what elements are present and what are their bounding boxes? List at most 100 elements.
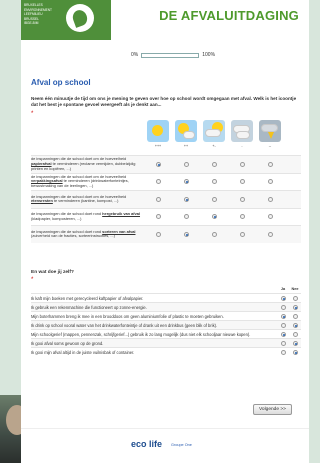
question-label: de inspanningen die de school doet om de… (31, 157, 144, 171)
radio-button[interactable] (292, 340, 298, 346)
rating-radio[interactable] (144, 179, 172, 185)
radio-button[interactable] (267, 196, 273, 202)
yes-radio[interactable] (277, 313, 289, 319)
yes-no-row: Mijn boterhammen breng ik mee in een bro… (31, 311, 301, 320)
no-radio[interactable] (289, 304, 301, 310)
radio-button[interactable] (211, 214, 217, 220)
no-radio[interactable] (289, 313, 301, 319)
statement-label: Ik kaft mijn boeken met gerecycleerd kaf… (31, 295, 144, 301)
radio-button[interactable] (292, 349, 298, 355)
rating-radio[interactable] (200, 161, 228, 167)
rating-radio[interactable] (144, 214, 172, 220)
radio-button[interactable] (155, 179, 161, 185)
radio-button[interactable] (292, 322, 298, 328)
rating-radio[interactable] (144, 161, 172, 167)
survey-card: BRUXELLES ENVIRONNEMENT LEEFMILIEU BRUSSEL I… (21, 0, 309, 463)
no-column-label: Nee (291, 287, 299, 291)
yes-radio[interactable] (277, 340, 289, 346)
rating-radio[interactable] (172, 214, 200, 220)
radio-button[interactable] (292, 304, 298, 310)
rating-radio[interactable] (200, 196, 228, 202)
rating-radio[interactable] (172, 231, 200, 237)
rating-radio[interactable] (144, 231, 172, 237)
rating-radio[interactable] (200, 214, 228, 220)
progress-end-label: 100% (202, 52, 216, 58)
rating-radio[interactable] (256, 161, 284, 167)
rating-radio[interactable] (256, 196, 284, 202)
rating-radio[interactable] (228, 161, 256, 167)
no-radio[interactable] (289, 340, 301, 346)
radio-button[interactable] (239, 161, 245, 167)
radio-button[interactable] (292, 295, 298, 301)
radio-button[interactable] (211, 161, 217, 167)
radio-button[interactable] (155, 214, 161, 220)
header: BRUXELLES ENVIRONNEMENT LEEFMILIEU BRUSSEL I… (21, 0, 309, 40)
radio-button[interactable] (267, 179, 273, 185)
radio-button[interactable] (280, 295, 286, 301)
rating-radio[interactable] (144, 196, 172, 202)
next-button[interactable]: Volgende >> (253, 404, 292, 415)
progress-indicator: 0% 100% (131, 52, 215, 58)
rating-radios (144, 179, 284, 185)
rating-radio[interactable] (256, 214, 284, 220)
rating-radio[interactable] (172, 179, 200, 185)
radio-button[interactable] (155, 196, 161, 202)
rating-radio[interactable] (200, 179, 228, 185)
rating-radios (144, 161, 284, 167)
yes-radio[interactable] (277, 295, 289, 301)
yes-radio[interactable] (277, 349, 289, 355)
rating-radio[interactable] (228, 179, 256, 185)
rating-label: ++ (183, 144, 189, 148)
no-radio[interactable] (289, 349, 301, 355)
radio-button[interactable] (155, 161, 161, 167)
radio-button[interactable] (183, 214, 189, 220)
no-radio[interactable] (289, 295, 301, 301)
radio-button[interactable] (239, 231, 245, 237)
no-radio[interactable] (289, 322, 301, 328)
radio-button[interactable] (183, 179, 189, 185)
rating-radio[interactable] (200, 231, 228, 237)
page-title: DE AFVALUITDAGING (159, 8, 299, 23)
rating-column-3: - (228, 120, 256, 148)
rating-radios (144, 196, 284, 202)
radio-button[interactable] (183, 196, 189, 202)
rating-radio[interactable] (172, 196, 200, 202)
rating-radio[interactable] (228, 196, 256, 202)
radio-button[interactable] (280, 322, 286, 328)
radio-button[interactable] (280, 304, 286, 310)
rating-radio[interactable] (256, 179, 284, 185)
radio-button[interactable] (280, 331, 286, 337)
yes-radio[interactable] (277, 304, 289, 310)
radio-button[interactable] (211, 231, 217, 237)
radio-button[interactable] (267, 214, 273, 220)
progress-start-label: 0% (131, 52, 139, 58)
radio-button[interactable] (239, 214, 245, 220)
radio-button[interactable] (239, 179, 245, 185)
radio-button[interactable] (267, 231, 273, 237)
yes-radio[interactable] (277, 331, 289, 337)
radio-button[interactable] (211, 179, 217, 185)
rating-row: de inspanningen die de school doet rond … (31, 207, 301, 226)
statement-label: Ik gooi mijn afval altijd in de juiste v… (31, 349, 135, 355)
rating-radio[interactable] (172, 161, 200, 167)
statement-label: Mijn boterhammen breng ik mee in een bro… (31, 313, 224, 319)
radio-button[interactable] (280, 313, 286, 319)
rating-radio[interactable] (256, 231, 284, 237)
intro-text: Neem één minuutje de tijd om ons je meni… (31, 96, 297, 107)
logo-text: BRUXELLES ENVIRONNEMENT LEEFMILIEU BRUSSEL I… (24, 3, 58, 26)
rating-radio[interactable] (228, 231, 256, 237)
radio-button[interactable] (292, 313, 298, 319)
no-radio[interactable] (289, 331, 301, 337)
yes-radio[interactable] (277, 322, 289, 328)
radio-button[interactable] (183, 161, 189, 167)
rating-radios (144, 231, 284, 237)
radio-button[interactable] (155, 231, 161, 237)
radio-button[interactable] (239, 196, 245, 202)
radio-button[interactable] (280, 349, 286, 355)
radio-button[interactable] (292, 331, 298, 337)
radio-button[interactable] (267, 161, 273, 167)
radio-button[interactable] (211, 196, 217, 202)
rating-radio[interactable] (228, 214, 256, 220)
radio-button[interactable] (183, 231, 189, 237)
radio-button[interactable] (280, 340, 286, 346)
